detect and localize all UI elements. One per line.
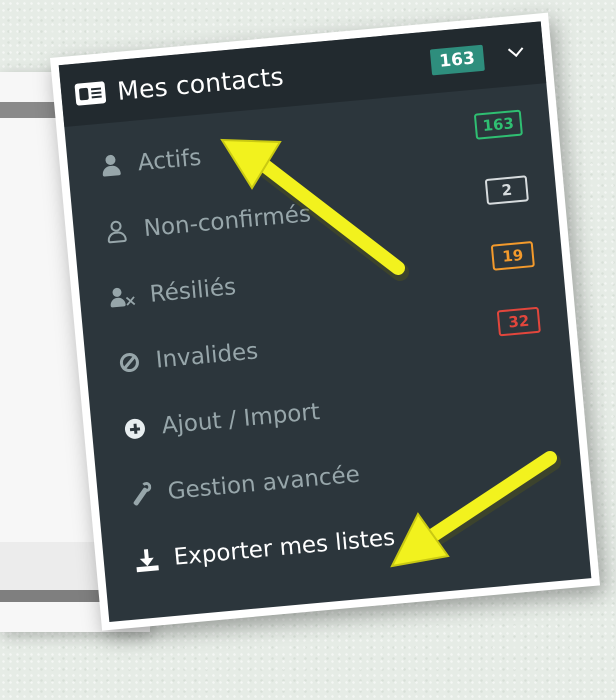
count-badge-actifs: 163 bbox=[473, 109, 523, 140]
wrench-icon bbox=[127, 481, 155, 507]
count-badge-non-confirmes: 2 bbox=[484, 175, 529, 205]
menu-item-label: Exporter mes listes bbox=[172, 524, 397, 571]
contact-card-icon bbox=[74, 81, 107, 106]
menu-item-label: Ajout / Import bbox=[160, 399, 321, 440]
user-outline-icon bbox=[103, 219, 131, 245]
total-contacts-badge: 163 bbox=[429, 44, 485, 76]
plus-circle-icon bbox=[121, 416, 149, 442]
menu-item-label: Actifs bbox=[136, 144, 203, 177]
count-badge-invalides: 32 bbox=[496, 306, 541, 337]
menu-item-label: Gestion avancée bbox=[166, 461, 361, 506]
menu-item-label: Invalides bbox=[154, 338, 260, 374]
user-icon bbox=[97, 153, 125, 179]
chevron-down-icon[interactable] bbox=[507, 41, 524, 58]
ban-icon bbox=[115, 350, 143, 376]
menu-item-label: Non-confirmés bbox=[142, 201, 312, 243]
menu-item-label: Résiliés bbox=[148, 274, 238, 308]
download-icon bbox=[133, 547, 161, 573]
contacts-menu-title: Mes contacts bbox=[115, 61, 285, 106]
screenshot-card: Mes contacts 163 Actifs 163 Non-confirmé… bbox=[50, 12, 601, 631]
contacts-menu-panel: Mes contacts 163 Actifs 163 Non-confirmé… bbox=[58, 21, 592, 622]
count-badge-resilies: 19 bbox=[490, 241, 535, 271]
user-x-icon: × bbox=[109, 284, 138, 310]
contacts-submenu: Actifs 163 Non-confirmés 2 × Résiliés 19… bbox=[64, 83, 589, 597]
